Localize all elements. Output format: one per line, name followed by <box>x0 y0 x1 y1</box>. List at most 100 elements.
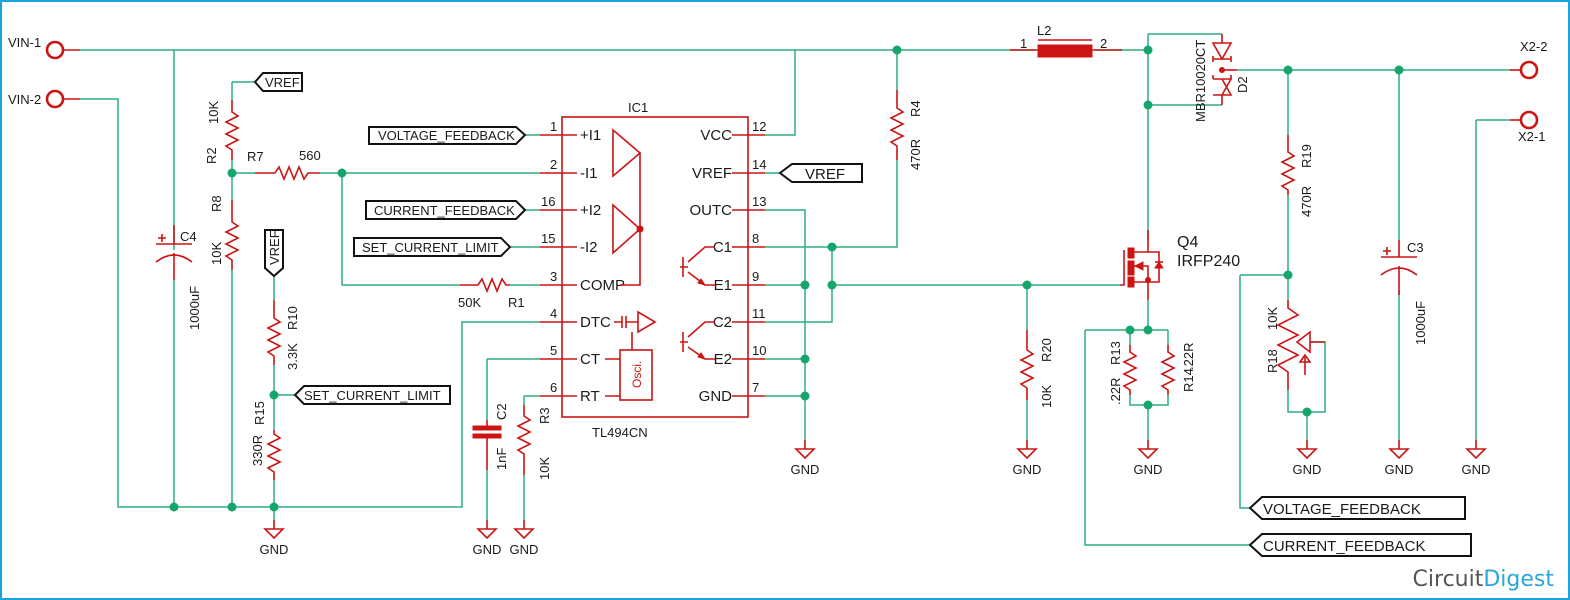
ic-pin-11[interactable]: 11 C2 <box>713 306 766 331</box>
pin-name: E1 <box>714 277 732 294</box>
component-ref: Q4 <box>1177 234 1198 251</box>
ic-pin-1[interactable]: 1 +I1 <box>540 119 601 144</box>
pin-number: 1 <box>550 119 557 134</box>
net-label-vref-vertical[interactable]: VREF <box>264 229 284 278</box>
ground-symbol: GND <box>791 440 819 477</box>
component-ref: R14 <box>1181 368 1196 392</box>
resistor-r20[interactable]: R20 10K <box>1019 330 1054 408</box>
ic-pin-16[interactable]: 16 +I2 <box>540 194 601 219</box>
component-value: MBR10020CT <box>1193 40 1208 122</box>
error-amp-1-icon <box>612 128 642 178</box>
ic-pin-7[interactable]: 7 GND <box>699 380 765 405</box>
component-ref: D2 <box>1235 76 1250 93</box>
resistor-r15[interactable]: R15 330R <box>250 401 282 480</box>
component-value: 470R <box>1299 186 1314 217</box>
pin-name: +I2 <box>580 202 601 219</box>
ic1-tl494[interactable]: IC1 TL494CN 1 +I1 2 -I1 16 +I2 15 -I2 3 COMP 4 DTC 5… <box>540 100 766 440</box>
component-value: .22R <box>1181 343 1196 370</box>
component-value: IRFP240 <box>1177 253 1240 270</box>
oscillator-label: Osci. <box>630 361 644 388</box>
terminal-vin2[interactable]: VIN-2 <box>8 89 80 109</box>
ground-label: GND <box>1385 462 1414 477</box>
ic-part: TL494CN <box>592 425 648 440</box>
capacitor-c2[interactable]: C2 1nF <box>472 403 509 470</box>
net-label-voltage-feedback-in[interactable]: VOLTAGE_FEEDBACK <box>368 126 527 145</box>
component-value: 10K <box>209 242 224 265</box>
net-label-text: CURRENT_FEEDBACK <box>374 203 515 218</box>
resistor-r8[interactable]: R8 10K <box>209 195 240 270</box>
pin-name: RT <box>580 388 600 405</box>
schematic-canvas: VIN-1 VIN-2 X2-2 X2-1 IC1 TL494CN 1 +I1 2 -… <box>8 23 1547 557</box>
ic-pin-9[interactable]: 9 E1 <box>714 269 765 294</box>
net-label-vref-top[interactable]: VREF <box>253 72 303 92</box>
resistor-r3[interactable]: R3 10K <box>516 405 552 480</box>
inductor-l2[interactable]: L2 1 2 <box>1010 23 1122 58</box>
resistor-r1[interactable]: 50K R1 <box>458 276 525 310</box>
pin-name: CT <box>580 351 600 368</box>
component-value: 10K <box>1265 307 1280 330</box>
pin-name: VCC <box>700 127 732 144</box>
resistor-r10[interactable]: R10 3.3K <box>266 300 300 370</box>
net-label-current-feedback-out[interactable]: CURRENT_FEEDBACK <box>1248 533 1472 557</box>
net-label-voltage-feedback-out[interactable]: VOLTAGE_FEEDBACK <box>1248 496 1466 520</box>
ic-pin-14[interactable]: 14 VREF <box>692 157 766 182</box>
resistor-r13[interactable]: R13 .22R <box>1108 341 1138 405</box>
terminal-x2-1[interactable]: X2-1 <box>1510 110 1545 144</box>
net-label-text: CURRENT_FEEDBACK <box>1263 538 1426 555</box>
ground-symbol: GND <box>1293 440 1321 477</box>
component-ref: C3 <box>1407 240 1424 255</box>
ic-pin-10[interactable]: 10 E2 <box>714 343 767 368</box>
resistor-r7[interactable]: R7 560 <box>247 148 321 182</box>
ground-symbol: GND <box>1013 440 1041 477</box>
component-ref: R18 <box>1265 349 1280 373</box>
logo-part1: Circuit <box>1412 567 1484 592</box>
terminal-x2-2[interactable]: X2-2 <box>1510 39 1547 80</box>
pin-name: -I1 <box>580 165 598 182</box>
component-ref: R19 <box>1299 144 1314 168</box>
wiper-arrow-icon <box>1298 353 1312 375</box>
ic-pin-2[interactable]: 2 -I1 <box>540 157 598 182</box>
net-label-text: VREF <box>805 166 845 183</box>
error-amp-2-icon <box>612 203 642 255</box>
capacitor-c3[interactable]: C3 1000uF <box>1380 240 1428 345</box>
terminal-vin1[interactable]: VIN-1 <box>8 35 80 60</box>
resistor-r14[interactable]: R14 .22R <box>1160 343 1196 395</box>
ic-pin-5[interactable]: 5 CT <box>540 343 600 368</box>
pin-number: 14 <box>752 157 766 172</box>
resistor-r19[interactable]: R19 470R <box>1280 135 1314 217</box>
mosfet-q4[interactable]: Q4 IRFP240 <box>1120 230 1240 300</box>
ic-pin-13[interactable]: 13 OUTC <box>690 194 767 219</box>
component-ref: R3 <box>537 407 552 424</box>
net-label-set-current-limit-out[interactable]: SET_CURRENT_LIMIT <box>293 385 451 405</box>
net-label-text: VREF <box>267 230 282 265</box>
pin-name: DTC <box>580 314 611 331</box>
resistor-r2[interactable]: 10K R2 <box>204 100 240 164</box>
capacitor-c4[interactable]: C4 1000uF <box>155 225 202 330</box>
resistor-r4[interactable]: R4 470R <box>889 90 923 170</box>
net-label-text: VREF <box>265 75 300 90</box>
ic-pin-4[interactable]: 4 DTC <box>540 306 611 331</box>
diode-d2[interactable]: MBR10020CT D2 <box>1193 34 1250 122</box>
component-value: 1000uF <box>1413 301 1428 345</box>
pin-number: 5 <box>550 343 557 358</box>
transistor-2-icon <box>680 321 715 360</box>
ground-symbol: GND <box>1134 440 1162 477</box>
ic-pin-15[interactable]: 15 -I2 <box>540 231 598 256</box>
net-label-set-current-limit-in[interactable]: SET_CURRENT_LIMIT <box>353 237 512 257</box>
ic-pin-6[interactable]: 6 RT <box>540 380 600 405</box>
ground-label: GND <box>473 542 502 557</box>
ic-pin-3[interactable]: 3 COMP <box>540 269 625 294</box>
component-ref: L2 <box>1037 23 1051 38</box>
ic-pin-8[interactable]: 8 C1 <box>713 231 765 256</box>
ic-ref: IC1 <box>628 100 648 115</box>
net-label-current-feedback-in[interactable]: CURRENT_FEEDBACK <box>365 200 527 220</box>
potentiometer-r18[interactable]: R18 10K <box>1265 300 1325 390</box>
ground-label: GND <box>1462 462 1491 477</box>
component-ref: C2 <box>494 403 509 420</box>
net-label-vref-ic[interactable]: VREF <box>778 163 863 183</box>
pin-name: OUTC <box>690 202 733 219</box>
ground-symbol: GND <box>1385 440 1414 477</box>
component-ref: R10 <box>285 306 300 330</box>
ic-pin-12[interactable]: 12 VCC <box>700 119 766 144</box>
terminal-label: VIN-2 <box>8 92 41 107</box>
